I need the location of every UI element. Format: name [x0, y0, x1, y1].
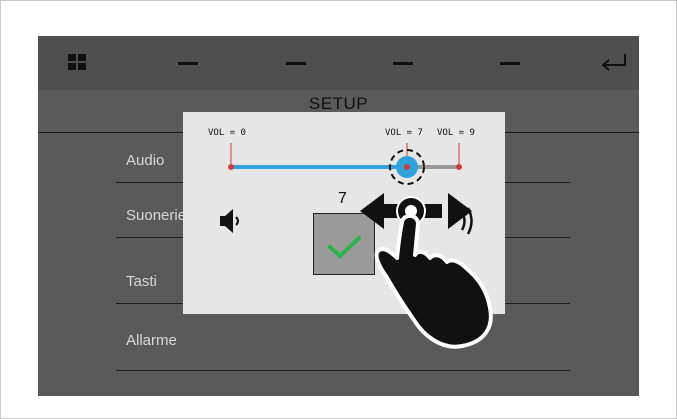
current-point — [404, 164, 410, 170]
max-point — [456, 164, 462, 170]
hand-drag-icon — [374, 196, 493, 349]
min-point — [228, 164, 234, 170]
speaker-low-icon — [220, 209, 239, 233]
volume-slider[interactable] — [228, 143, 462, 185]
